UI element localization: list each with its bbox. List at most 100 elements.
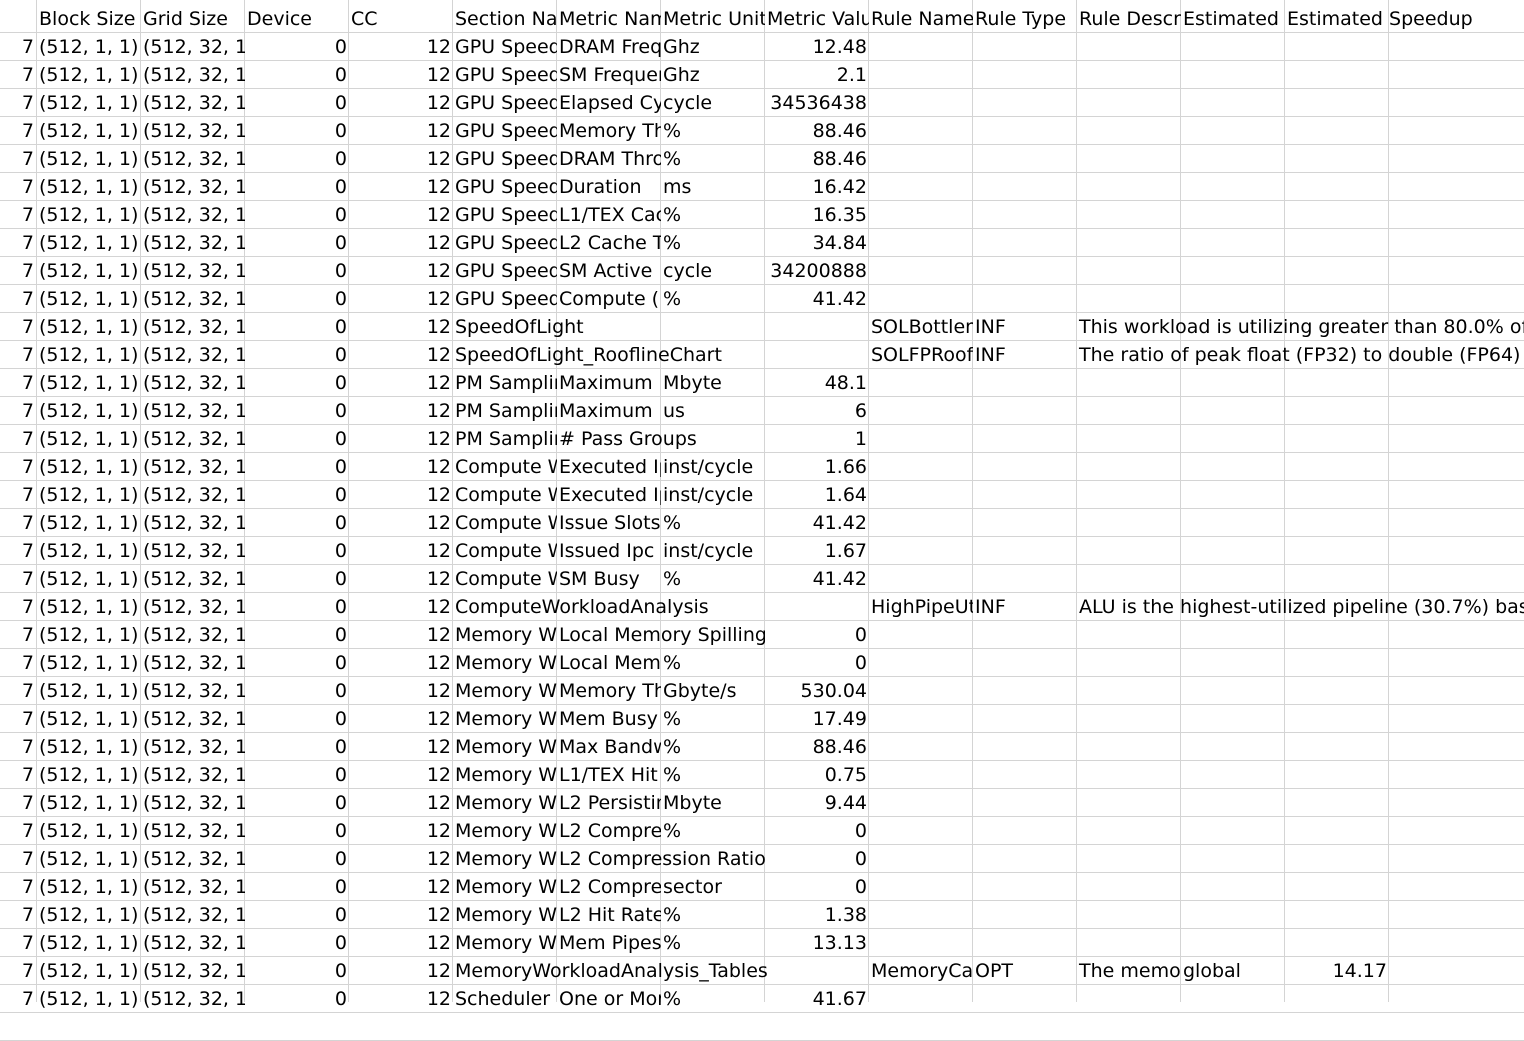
table-cell[interactable]: 1.64 (765, 481, 869, 509)
table-cell[interactable]: Mem Busy (557, 705, 661, 733)
table-cell[interactable]: Ghz (661, 33, 765, 61)
table-cell[interactable]: Memory Throughput (557, 677, 661, 705)
table-cell[interactable]: % (661, 145, 765, 173)
table-cell[interactable]: (512, 1, 1) (37, 677, 141, 705)
table-cell[interactable]: 6 (765, 397, 869, 425)
table-cell[interactable]: 34.84 (765, 229, 869, 257)
table-cell[interactable]: 0 (245, 733, 349, 761)
table-cell[interactable]: GPU Speed (453, 145, 557, 173)
table-cell[interactable]: 12 (349, 117, 453, 145)
table-cell[interactable]: (512, 32, 1) (141, 537, 245, 565)
table-cell[interactable]: 7 (0, 677, 36, 705)
table-cell[interactable]: (512, 32, 1) (141, 397, 245, 425)
table-cell[interactable]: (512, 32, 1) (141, 761, 245, 789)
table-cell[interactable]: 7 (0, 145, 36, 173)
table-cell[interactable]: % (661, 761, 765, 789)
table-cell[interactable]: 7 (0, 929, 36, 957)
table-cell[interactable]: (512, 32, 1) (141, 173, 245, 201)
table-cell[interactable]: (512, 32, 1) (141, 117, 245, 145)
table-cell[interactable]: GPU Speed (453, 257, 557, 285)
table-cell[interactable]: 7 (0, 117, 36, 145)
table-cell[interactable]: 7 (0, 789, 36, 817)
table-cell[interactable]: MemoryWorkloadAnalysis_Tables (453, 957, 869, 985)
table-cell[interactable]: 12 (349, 201, 453, 229)
table-cell[interactable]: 0 (245, 509, 349, 537)
table-cell[interactable]: 0 (245, 789, 349, 817)
table-cell[interactable]: (512, 32, 1) (141, 61, 245, 89)
table-cell[interactable]: Mem Pipes (557, 929, 661, 957)
table-cell[interactable]: (512, 1, 1) (37, 145, 141, 173)
table-cell[interactable]: 0 (245, 537, 349, 565)
table-cell[interactable]: 88.46 (765, 117, 869, 145)
table-cell[interactable]: 0 (245, 817, 349, 845)
table-cell[interactable]: 7 (0, 817, 36, 845)
spreadsheet-grid[interactable]: nBlock SizeGrid SizeDeviceCCSection Name… (0, 0, 1524, 1041)
column-header[interactable]: Rule Type (973, 5, 1077, 33)
table-cell[interactable]: (512, 1, 1) (37, 649, 141, 677)
table-cell[interactable]: 7 (0, 705, 36, 733)
column-header[interactable]: Device (245, 5, 349, 33)
table-cell[interactable]: Maximum (557, 397, 661, 425)
table-cell[interactable]: Issue Slots (557, 509, 661, 537)
table-cell[interactable]: SOLFPRoofline (869, 341, 973, 369)
table-cell[interactable]: Max Bandwidth (557, 733, 661, 761)
table-cell[interactable]: 0 (245, 845, 349, 873)
table-cell[interactable]: Compute Workload (453, 537, 557, 565)
table-cell[interactable]: Mbyte (661, 789, 765, 817)
table-cell[interactable]: 12 (349, 817, 453, 845)
table-cell[interactable]: % (661, 117, 765, 145)
table-cell[interactable]: (512, 1, 1) (37, 33, 141, 61)
column-header[interactable]: Rule Name (869, 5, 973, 33)
table-cell[interactable]: 0 (245, 453, 349, 481)
table-cell[interactable]: (512, 32, 1) (141, 845, 245, 873)
column-header[interactable]: Metric Unit (661, 5, 765, 33)
table-cell[interactable]: 12 (349, 369, 453, 397)
table-cell[interactable]: 1.66 (765, 453, 869, 481)
table-cell[interactable]: (512, 32, 1) (141, 341, 245, 369)
table-cell[interactable]: (512, 32, 1) (141, 481, 245, 509)
table-cell[interactable]: 88.46 (765, 733, 869, 761)
table-cell[interactable]: 12 (349, 33, 453, 61)
column-header[interactable]: CC (349, 5, 453, 33)
table-cell[interactable]: (512, 32, 1) (141, 369, 245, 397)
table-cell[interactable]: (512, 32, 1) (141, 313, 245, 341)
table-cell[interactable]: 12 (349, 761, 453, 789)
table-cell[interactable]: (512, 32, 1) (141, 873, 245, 901)
table-cell[interactable]: % (661, 733, 765, 761)
table-cell[interactable]: 0 (765, 873, 869, 901)
column-header[interactable]: Estimated Speedup (1285, 5, 1524, 33)
table-cell[interactable]: (512, 32, 1) (141, 285, 245, 313)
table-cell[interactable]: 12 (349, 677, 453, 705)
table-cell[interactable]: 7 (0, 285, 36, 313)
table-cell[interactable]: 12 (349, 341, 453, 369)
table-cell[interactable]: 7 (0, 761, 36, 789)
table-cell[interactable]: global (1181, 957, 1285, 985)
table-cell[interactable]: ALU is the highest-utilized pipeline (30… (1077, 593, 1524, 621)
table-cell[interactable]: % (661, 817, 765, 845)
table-cell[interactable]: 14.17 (1285, 957, 1389, 985)
table-cell[interactable]: Memory Workload (453, 761, 557, 789)
table-cell[interactable]: sector (661, 873, 765, 901)
table-cell[interactable]: 41.42 (765, 565, 869, 593)
table-cell[interactable]: (512, 32, 1) (141, 929, 245, 957)
table-cell[interactable]: 12 (349, 901, 453, 929)
table-cell[interactable]: Gbyte/s (661, 677, 765, 705)
table-cell[interactable]: 12 (349, 789, 453, 817)
table-cell[interactable]: 7 (0, 985, 36, 1013)
table-cell[interactable]: 0 (245, 229, 349, 257)
table-cell[interactable]: 0 (245, 761, 349, 789)
table-cell[interactable]: 0 (245, 873, 349, 901)
table-cell[interactable]: (512, 1, 1) (37, 509, 141, 537)
table-cell[interactable]: % (661, 509, 765, 537)
table-cell[interactable]: Elapsed Cycles (557, 89, 661, 117)
table-cell[interactable]: 12 (349, 453, 453, 481)
table-cell[interactable]: INF (973, 341, 1077, 369)
table-cell[interactable]: INF (973, 313, 1077, 341)
table-cell[interactable]: SpeedOfLight_RooflineChart (453, 341, 869, 369)
table-cell[interactable]: 7 (0, 593, 36, 621)
table-cell[interactable]: Issued Ipc (557, 537, 661, 565)
table-cell[interactable]: 7 (0, 61, 36, 89)
table-cell[interactable]: 0 (245, 285, 349, 313)
table-cell[interactable]: (512, 32, 1) (141, 565, 245, 593)
table-cell[interactable]: Maximum (557, 369, 661, 397)
